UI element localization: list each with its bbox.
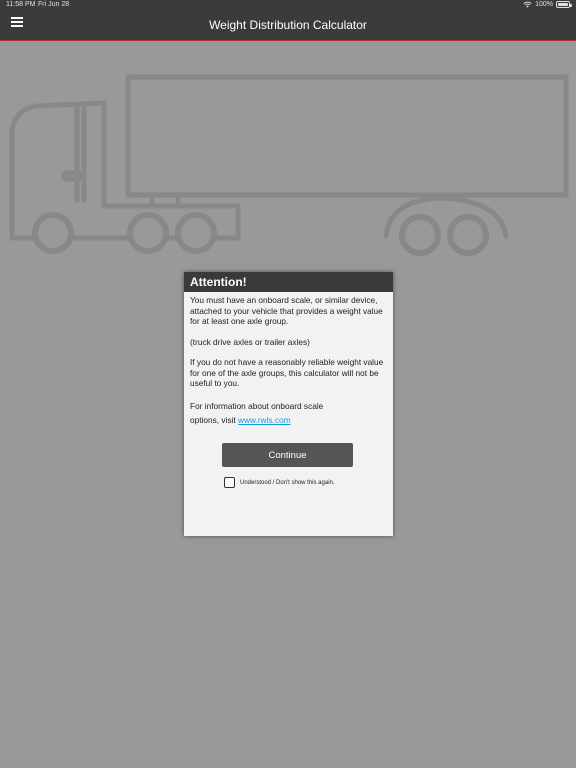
truck-illustration [9,74,569,256]
dialog-paragraph-4: For information about onboard scale opti… [190,399,387,427]
dont-show-again-checkbox[interactable] [224,477,235,488]
status-time: 11:58 PM [6,1,36,8]
top-bar: 11:58 PM Fri Jun 28 100% Weight Distribu… [0,0,576,41]
status-indicators: 100% [523,1,572,8]
dont-show-again-label[interactable]: Understood / Don't show this again. [240,480,335,486]
rwls-link[interactable]: www.rwls.com [238,415,291,425]
status-date: Fri Jun 28 [38,1,70,8]
dont-show-again-row[interactable]: Understood / Don't show this again. [224,477,335,488]
dialog-title: Attention! [184,272,393,292]
app-title: Weight Distribution Calculator [209,18,367,32]
dialog-paragraph-3: If you do not have a reasonably reliable… [190,357,384,388]
dialog-body: You must have an onboard scale, or simil… [184,292,393,430]
dialog-paragraph-2: (truck drive axles or trailer axles) [190,336,310,347]
continue-button[interactable]: Continue [222,443,353,467]
battery-percent: 100% [535,1,553,8]
dialog-paragraph-1: You must have an onboard scale, or simil… [190,295,383,326]
info-line-2: options, visit [190,414,236,425]
attention-dialog: Attention! You must have an onboard scal… [184,272,393,536]
wifi-icon [523,1,532,8]
info-line-1: For information about onboard scale [190,400,324,411]
battery-icon [556,1,572,8]
